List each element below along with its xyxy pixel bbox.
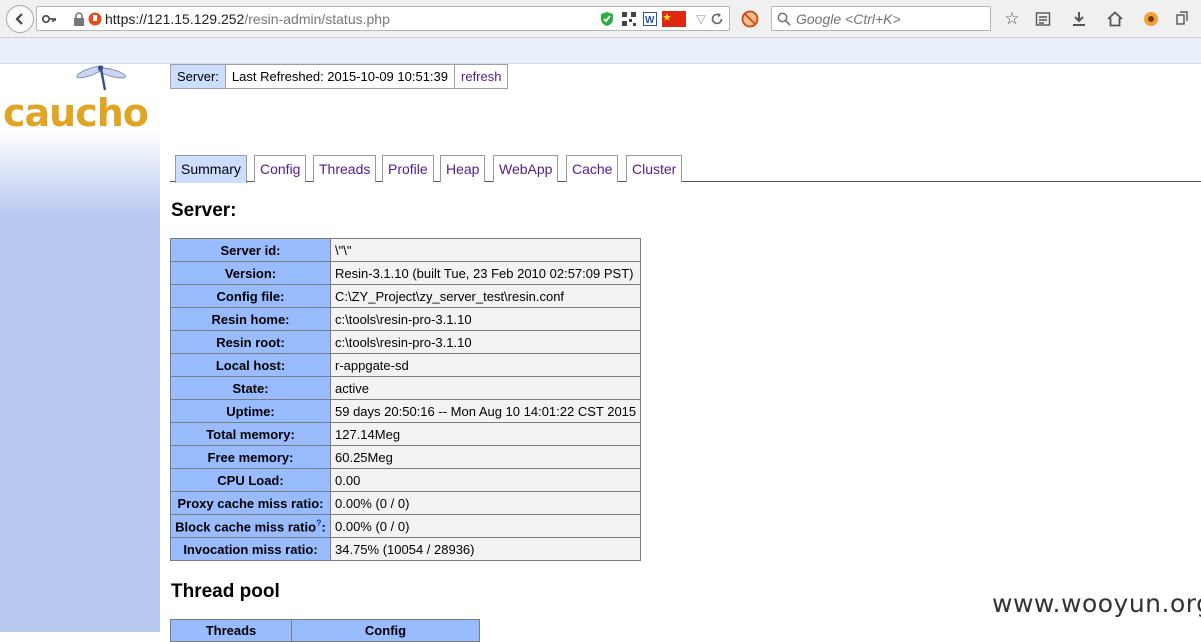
caucho-logo[interactable]: caucho (3, 91, 149, 135)
row-value: 0.00 (329, 468, 642, 492)
row-key: Uptime: (170, 399, 331, 423)
row-key: Invocation miss ratio: (170, 537, 331, 561)
overflow-menu-icon[interactable] (1172, 8, 1192, 30)
dragonfly-icon (76, 65, 126, 91)
table-row: Total memory: 127.14Meg (170, 422, 642, 446)
reading-list-icon[interactable] (1032, 8, 1054, 30)
sidebar-fill (0, 216, 160, 632)
qr-code-icon[interactable] (621, 11, 637, 27)
extension-icon[interactable] (1140, 8, 1162, 30)
table-row: State: active (170, 376, 642, 400)
thread-pool-heading: Thread pool (171, 581, 280, 602)
home-icon[interactable] (1104, 8, 1126, 30)
back-arrow-icon (15, 13, 23, 25)
row-key: Proxy cache miss ratio: (170, 491, 331, 515)
bookmarks-toolbar (0, 38, 1201, 64)
row-value: 34.75% (10054 / 28936) (329, 537, 642, 561)
row-key: Block cache miss ratio?: (170, 514, 331, 538)
sidebar-gradient (0, 130, 160, 216)
row-key: Local host: (170, 353, 331, 377)
watermark: www.wooyun.org (992, 589, 1201, 618)
table-row: Version: Resin-3.1.10 (built Tue, 23 Feb … (170, 261, 642, 285)
search-input[interactable] (796, 10, 986, 28)
tab-webapp[interactable]: WebApp (493, 155, 559, 182)
shield-check-icon[interactable] (599, 11, 615, 27)
svg-text:W: W (645, 15, 655, 26)
sidebar: caucho (0, 64, 160, 632)
table-row: Invocation miss ratio: 34.75% (10054 / 28… (170, 537, 642, 561)
url-bar[interactable]: https://121.15.129.252/resin-admin/statu… (36, 6, 730, 31)
back-button[interactable] (6, 5, 34, 33)
download-icon[interactable] (1068, 8, 1090, 30)
row-value: 0.00% (0 / 0) (329, 491, 642, 515)
row-value: c:\tools\resin-pro-3.1.10 (329, 307, 642, 331)
row-value: 127.14Meg (329, 422, 642, 446)
table-row: CPU Load: 0.00 (170, 468, 642, 492)
tab-summary[interactable]: Summary (175, 155, 247, 183)
row-key: Resin home: (170, 307, 331, 331)
lock-icon[interactable] (71, 11, 87, 27)
row-key: Free memory: (170, 445, 331, 469)
search-bar[interactable] (771, 6, 991, 31)
row-key-suffix: : (321, 519, 326, 535)
tab-cache[interactable]: Cache (566, 155, 619, 182)
row-key: Server id: (170, 238, 331, 262)
bookmark-star-icon[interactable]: ☆ (1001, 8, 1023, 30)
tab-cluster[interactable]: Cluster (626, 155, 683, 182)
row-key: Total memory: (170, 422, 331, 446)
server-heading: Server: (171, 200, 237, 221)
dropdown-arrow-icon[interactable]: ▽ (693, 11, 709, 27)
column-header-config: Config (291, 619, 480, 642)
table-row: Resin home: c:\tools\resin-pro-3.1.10 (170, 307, 642, 331)
refresh-link[interactable]: refresh (461, 69, 501, 84)
row-value: r-appgate-sd (329, 353, 642, 377)
tab-profile[interactable]: Profile (382, 155, 434, 182)
table-row: Server id: \"\" (170, 238, 642, 262)
table-header-row: Threads Config (170, 619, 480, 642)
adblock-icon[interactable] (739, 8, 761, 30)
row-key-label: Block cache miss ratio (175, 519, 317, 535)
server-info-table: Server id: \"\" Version: Resin-3.1.10 (bui… (170, 238, 642, 561)
table-row: Resin root: c:\tools\resin-pro-3.1.10 (170, 330, 642, 354)
row-value: active (329, 376, 642, 400)
row-key: Version: (170, 261, 331, 285)
row-key: State: (170, 376, 331, 400)
china-flag-icon[interactable] (661, 11, 687, 27)
row-key: Config file: (170, 284, 331, 308)
tab-heap[interactable]: Heap (440, 155, 486, 182)
key-icon[interactable] (41, 11, 57, 27)
word-document-icon[interactable]: W (642, 11, 658, 27)
table-row: Config file: C:\ZY_Project\zy_server_test… (170, 284, 642, 308)
admin-tabs: Summary Config Threads Profile Heap WebA… (170, 155, 1201, 183)
reload-icon[interactable] (709, 11, 725, 27)
browser-toolbar: https://121.15.129.252/resin-admin/statu… (0, 0, 1201, 38)
row-value: C:\ZY_Project\zy_server_test\resin.conf (329, 284, 642, 308)
server-label: Server: (171, 65, 226, 88)
row-value: 60.25Meg (329, 445, 642, 469)
table-row: Block cache miss ratio?: 0.00% (0 / 0) (170, 514, 642, 538)
row-key: CPU Load: (170, 468, 331, 492)
row-value: \"\" (329, 238, 642, 262)
row-value: c:\tools\resin-pro-3.1.10 (329, 330, 642, 354)
row-value: Resin-3.1.10 (built Tue, 23 Feb 2010 02:… (329, 261, 642, 285)
table-row: Free memory: 60.25Meg (170, 445, 642, 469)
site-warning-icon[interactable] (87, 11, 103, 27)
row-value: 59 days 20:50:16 -- Mon Aug 10 14:01:22 … (329, 399, 642, 423)
row-value: 0.00% (0 / 0) (329, 514, 642, 538)
search-icon (776, 11, 792, 27)
tab-config[interactable]: Config (254, 155, 307, 182)
tab-threads[interactable]: Threads (313, 155, 377, 182)
refresh-cell: refresh (455, 65, 507, 88)
thread-pool-table: Threads Config (170, 619, 480, 642)
table-row: Uptime: 59 days 20:50:16 -- Mon Aug 10 14… (170, 399, 642, 423)
table-row: Local host: r-appgate-sd (170, 353, 642, 377)
url-text[interactable]: https://121.15.129.252/resin-admin/statu… (105, 11, 390, 27)
table-row: Proxy cache miss ratio: 0.00% (0 / 0) (170, 491, 642, 515)
server-status-bar: Server: Last Refreshed: 2015-10-09 10:51… (170, 64, 509, 89)
row-key: Resin root: (170, 330, 331, 354)
last-refreshed: Last Refreshed: 2015-10-09 10:51:39 (226, 65, 456, 88)
column-header-threads: Threads (170, 619, 292, 642)
